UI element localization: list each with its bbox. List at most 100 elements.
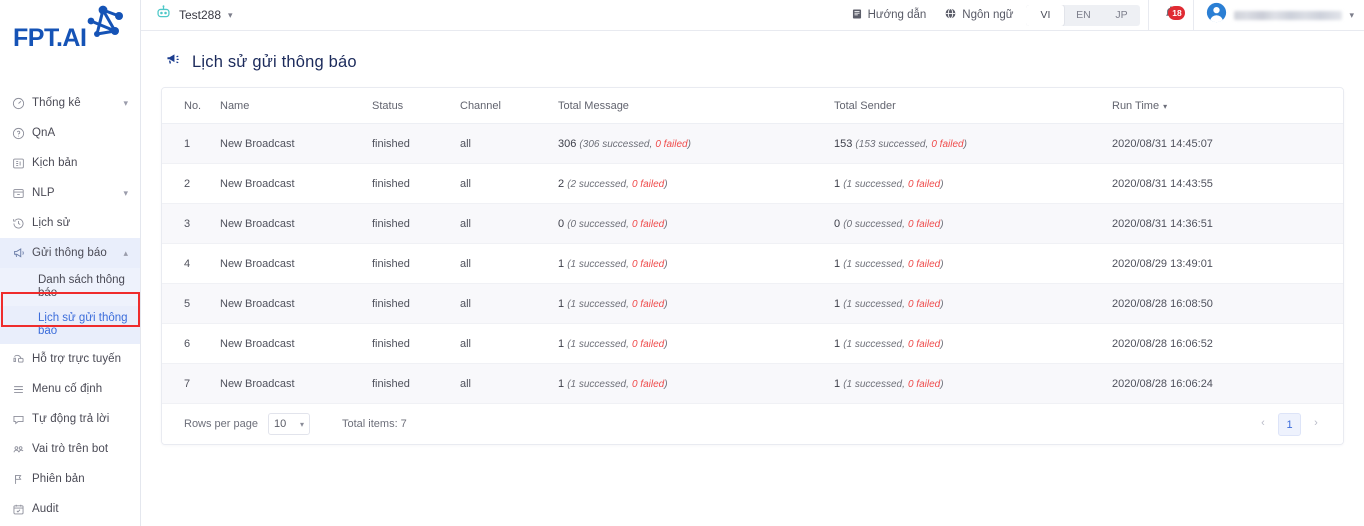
- notifications-button[interactable]: 18: [1149, 5, 1193, 26]
- sidebar-subitem-label: Danh sách thông báo: [38, 274, 125, 299]
- sidebar-item-nlp[interactable]: NLP ▾: [0, 178, 140, 208]
- pagination-prev-button[interactable]: ‹: [1252, 413, 1274, 435]
- sidebar-item-lich-su[interactable]: Lịch sử: [0, 208, 140, 238]
- sender-failed: 0 failed: [907, 259, 941, 270]
- table-row[interactable]: 7 New Broadcast finished all 1 (1 succes…: [162, 363, 1343, 404]
- sidebar-item-ho-tro-truc-tuyen[interactable]: Hỗ trợ trực tuyến: [0, 344, 140, 374]
- message-total: 1: [558, 378, 565, 390]
- table-row[interactable]: 2 New Broadcast finished all 2 (2 succes…: [162, 163, 1343, 204]
- table-row[interactable]: 3 New Broadcast finished all 0 (0 succes…: [162, 203, 1343, 244]
- cell-total-message: 0 (0 successed, 0 failed): [558, 203, 834, 244]
- paren-close: ): [940, 379, 944, 390]
- sender-failed: 0 failed: [907, 379, 941, 390]
- cell-name: New Broadcast: [220, 243, 372, 284]
- user-email-redacted: [1234, 10, 1343, 20]
- paren-close: ): [940, 259, 944, 270]
- sidebar-item-vai-tro-tren-bot[interactable]: Vai trò trên bot: [0, 434, 140, 464]
- table-row[interactable]: 1 New Broadcast finished all 306 (306 su…: [162, 123, 1343, 164]
- paren-close: ): [664, 299, 668, 310]
- sidebar-item-phien-ban[interactable]: Phiên bản: [0, 464, 140, 494]
- cell-name: New Broadcast: [220, 283, 372, 324]
- fpt-ai-logo-icon: FPT.AI: [13, 5, 123, 52]
- paren-close: ): [664, 259, 668, 270]
- message-succeeded: 2 successed,: [570, 179, 629, 190]
- sidebar-item-kich-ban[interactable]: Kịch bản: [0, 148, 140, 178]
- broadcast-history-table: No. Name Status Channel Total Message To…: [162, 88, 1343, 404]
- column-header-total-message[interactable]: Total Message: [558, 88, 834, 124]
- paren-close: ): [687, 139, 691, 150]
- sidebar-item-qna[interactable]: QnA: [0, 118, 140, 148]
- sidebar-item-thong-ke[interactable]: Thống kê ▾: [0, 88, 140, 118]
- cell-channel: all: [460, 123, 558, 164]
- notification-badge: 18: [1168, 5, 1186, 20]
- cell-run-time: 2020/08/31 14:43:55: [1112, 163, 1343, 204]
- message-total: 0: [558, 218, 565, 230]
- gauge-icon: [12, 97, 32, 110]
- language-option-jp[interactable]: JP: [1102, 5, 1140, 26]
- cell-channel: all: [460, 163, 558, 204]
- sender-total: 1: [834, 178, 841, 190]
- message-succeeded: 1 successed,: [570, 299, 629, 310]
- message-succeeded: 306 successed,: [582, 139, 653, 150]
- cell-name: New Broadcast: [220, 203, 372, 244]
- cell-name: New Broadcast: [220, 163, 372, 204]
- brand-logo[interactable]: FPT.AI: [0, 0, 140, 56]
- user-menu[interactable]: ▾: [1194, 2, 1364, 28]
- column-header-no[interactable]: No.: [162, 88, 220, 124]
- sidebar-subitem-danh-sach-thong-bao[interactable]: Danh sách thông báo: [0, 268, 140, 306]
- guide-link[interactable]: Hướng dẫn: [842, 8, 936, 23]
- guide-label: Hướng dẫn: [867, 9, 927, 21]
- users-icon: [12, 443, 32, 456]
- cell-channel: all: [460, 323, 558, 364]
- cell-total-message: 2 (2 successed, 0 failed): [558, 163, 834, 204]
- table-head: No. Name Status Channel Total Message To…: [162, 88, 1343, 124]
- table-row[interactable]: 6 New Broadcast finished all 1 (1 succes…: [162, 323, 1343, 364]
- cell-status: finished: [372, 123, 460, 164]
- rows-per-page-value: 10: [274, 418, 287, 430]
- language-option-vi[interactable]: VI: [1026, 4, 1065, 26]
- sender-succeeded: 1 successed,: [846, 179, 905, 190]
- sidebar-item-audit[interactable]: Audit: [0, 494, 140, 524]
- column-header-run-time[interactable]: Run Time ▾: [1112, 88, 1343, 124]
- sidebar-item-label: Vai trò trên bot: [32, 443, 109, 455]
- table-row[interactable]: 4 New Broadcast finished all 1 (1 succes…: [162, 243, 1343, 284]
- paren-close: ): [963, 139, 967, 150]
- message-total: 306: [558, 138, 577, 150]
- cell-status: finished: [372, 323, 460, 364]
- column-header-channel[interactable]: Channel: [460, 88, 558, 124]
- column-header-total-sender[interactable]: Total Sender: [834, 88, 1112, 124]
- column-header-name[interactable]: Name: [220, 88, 372, 124]
- sender-succeeded: 153 successed,: [858, 139, 929, 150]
- sidebar-item-menu-co-dinh[interactable]: Menu cố định: [0, 374, 140, 404]
- rows-per-page-label: Rows per page: [184, 418, 258, 430]
- sidebar-item-tu-dong-tra-loi[interactable]: Tự động trả lời: [0, 404, 140, 434]
- sender-failed: 0 failed: [907, 339, 941, 350]
- table-footer: Rows per page 10 ▾ Total items: 7 ‹ 1 ›: [162, 404, 1343, 444]
- sender-total: 1: [834, 258, 841, 270]
- sidebar-item-gui-thong-bao[interactable]: Gửi thông báo ▴: [0, 238, 140, 268]
- megaphone-icon: [165, 51, 182, 73]
- table-row[interactable]: 5 New Broadcast finished all 1 (1 succes…: [162, 283, 1343, 324]
- message-total: 1: [558, 298, 565, 310]
- sidebar-item-label: Kịch bản: [32, 157, 78, 169]
- sidebar-nav: Thống kê ▾ QnA Kịch bản NLP ▾ Lịch sử Gử…: [0, 56, 140, 526]
- sender-total: 0: [834, 218, 841, 230]
- bot-selector[interactable]: Test288 ▾: [141, 4, 233, 26]
- cell-total-sender: 0 (0 successed, 0 failed): [834, 203, 1112, 244]
- cell-channel: all: [460, 243, 558, 284]
- cell-status: finished: [372, 363, 460, 404]
- sidebar-item-label: Lịch sử: [32, 217, 71, 229]
- sender-succeeded: 1 successed,: [846, 379, 905, 390]
- column-header-status[interactable]: Status: [372, 88, 460, 124]
- cell-run-time: 2020/08/31 14:36:51: [1112, 203, 1343, 244]
- language-option-en[interactable]: EN: [1064, 5, 1102, 26]
- sidebar-item-label: QnA: [32, 127, 56, 139]
- pagination-next-button[interactable]: ›: [1305, 413, 1327, 435]
- sender-succeeded: 1 successed,: [846, 259, 905, 270]
- pagination-page-1[interactable]: 1: [1278, 412, 1301, 436]
- rows-per-page-select[interactable]: 10 ▾: [268, 413, 310, 435]
- paren-close: ): [940, 179, 944, 190]
- cell-name: New Broadcast: [220, 323, 372, 364]
- chevron-down-icon: ▾: [123, 97, 128, 108]
- sidebar-subitem-lich-su-gui-thong-bao[interactable]: Lịch sử gửi thông báo: [0, 306, 140, 344]
